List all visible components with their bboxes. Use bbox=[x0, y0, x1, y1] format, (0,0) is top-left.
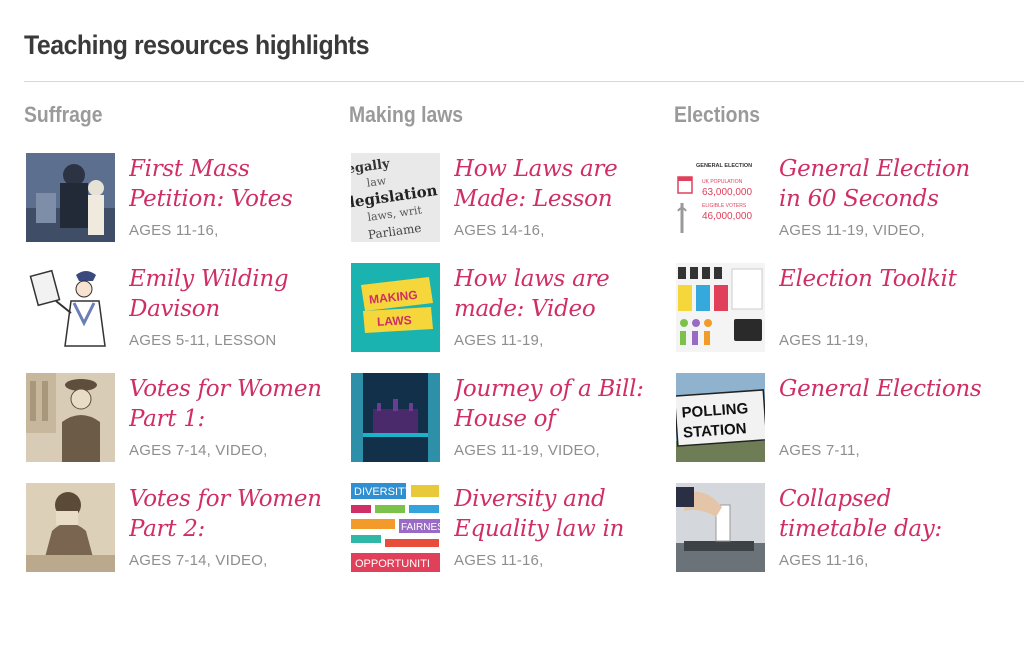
resource-title[interactable]: Election Toolkit bbox=[779, 264, 984, 326]
resource-title[interactable]: Collapsed timetable day: bbox=[779, 484, 984, 546]
thumb-text: 46,000,000 bbox=[702, 211, 752, 222]
thumb-text: DIVERSITY bbox=[354, 486, 413, 498]
resource-meta: AGES 11-19, VIDEO, bbox=[454, 442, 600, 459]
resource-card[interactable]: Collapsed timetable day: AGES 11-16, bbox=[676, 483, 986, 573]
thumb-text: LAWS bbox=[377, 313, 412, 329]
thumb-text: law bbox=[366, 174, 388, 190]
resource-title[interactable]: Emily Wilding Davison bbox=[129, 264, 334, 326]
resource-thumbnail[interactable] bbox=[676, 263, 765, 352]
resource-thumbnail[interactable]: egally law legislation laws, writ Parlia… bbox=[351, 153, 440, 242]
thumb-text: OPPORTUNITI bbox=[355, 558, 430, 570]
resource-title[interactable]: How Laws are Made: Lesson bbox=[454, 154, 659, 216]
resource-card[interactable]: First Mass Petition: Votes AGES 11-16, bbox=[26, 153, 336, 243]
column-title: Suffrage bbox=[24, 102, 103, 127]
resource-title[interactable]: Diversity and Equality law in bbox=[454, 484, 659, 546]
thumb-text: GENERAL ELECTION bbox=[696, 163, 752, 169]
resource-meta: AGES 11-16, bbox=[779, 552, 869, 569]
resource-card[interactable]: DIVERSITY FAIRNES OPPORTUNITI Diversity … bbox=[351, 483, 661, 573]
resource-meta: AGES 11-16, bbox=[129, 222, 219, 239]
resource-thumbnail[interactable] bbox=[26, 373, 115, 462]
column-title: Making laws bbox=[349, 102, 464, 127]
resource-meta: AGES 5-11, LESSON bbox=[129, 332, 277, 349]
resource-title[interactable]: Votes for Women Part 2: bbox=[129, 484, 334, 546]
thumb-text: ELIGIBLE VOTERS bbox=[702, 203, 747, 209]
resource-card[interactable]: Emily Wilding Davison AGES 5-11, LESSON bbox=[26, 263, 336, 353]
resource-card[interactable]: Election Toolkit AGES 11-19, bbox=[676, 263, 986, 353]
resource-card[interactable]: MAKING LAWS How laws are made: Video AGE… bbox=[351, 263, 661, 353]
resource-thumbnail[interactable] bbox=[26, 153, 115, 242]
thumb-text: 63,000,000 bbox=[702, 187, 752, 198]
resource-thumbnail[interactable]: POLLING STATION bbox=[676, 373, 765, 462]
resource-meta: AGES 7-14, VIDEO, bbox=[129, 442, 268, 459]
resource-title[interactable]: Journey of a Bill: House of bbox=[454, 374, 659, 436]
column-suffrage: Suffrage First Mass Petition: Votes AGES… bbox=[24, 100, 334, 572]
resource-meta: AGES 14-16, bbox=[454, 222, 545, 239]
page-title: Teaching resources highlights bbox=[24, 30, 370, 60]
resource-title[interactable]: General Election in 60 Seconds bbox=[779, 154, 984, 216]
column-title: Elections bbox=[674, 102, 761, 127]
resource-title[interactable]: How laws are made: Video bbox=[454, 264, 659, 326]
resource-meta: AGES 11-16, bbox=[454, 552, 544, 569]
resource-meta: AGES 7-14, VIDEO, bbox=[129, 552, 268, 569]
resource-title[interactable]: Votes for Women Part 1: bbox=[129, 374, 334, 436]
thumb-text: FAIRNES bbox=[401, 522, 440, 533]
resource-thumbnail[interactable]: GENERAL ELECTION UK POPULATION 63,000,00… bbox=[676, 153, 765, 242]
resource-meta: AGES 11-19, bbox=[779, 332, 869, 349]
resource-thumbnail[interactable]: DIVERSITY FAIRNES OPPORTUNITI bbox=[351, 483, 440, 572]
resource-thumbnail[interactable] bbox=[26, 263, 115, 352]
resource-thumbnail[interactable] bbox=[676, 483, 765, 572]
resource-meta: AGES 11-19, VIDEO, bbox=[779, 222, 925, 239]
resource-card[interactable]: GENERAL ELECTION UK POPULATION 63,000,00… bbox=[676, 153, 986, 243]
resource-thumbnail[interactable] bbox=[351, 373, 440, 462]
resource-card[interactable]: Journey of a Bill: House of AGES 11-19, … bbox=[351, 373, 661, 463]
resource-title[interactable]: General Elections bbox=[779, 374, 984, 436]
heading-divider bbox=[24, 81, 1024, 82]
column-making-laws: Making laws egally law legislation laws,… bbox=[349, 100, 659, 572]
resource-title[interactable]: First Mass Petition: Votes bbox=[129, 154, 334, 216]
resource-meta: AGES 11-19, bbox=[454, 332, 544, 349]
column-elections: Elections GENERAL ELECTION UK POPULATION… bbox=[674, 100, 984, 572]
resource-thumbnail[interactable] bbox=[26, 483, 115, 572]
resource-card[interactable]: Votes for Women Part 1: AGES 7-14, VIDEO… bbox=[26, 373, 336, 463]
thumb-text: UK POPULATION bbox=[702, 179, 743, 185]
resource-card[interactable]: POLLING STATION General Elections AGES 7… bbox=[676, 373, 986, 463]
resource-card[interactable]: egally law legislation laws, writ Parlia… bbox=[351, 153, 661, 243]
resource-thumbnail[interactable]: MAKING LAWS bbox=[351, 263, 440, 352]
resource-card[interactable]: Votes for Women Part 2: AGES 7-14, VIDEO… bbox=[26, 483, 336, 573]
resource-meta: AGES 7-11, bbox=[779, 442, 860, 459]
